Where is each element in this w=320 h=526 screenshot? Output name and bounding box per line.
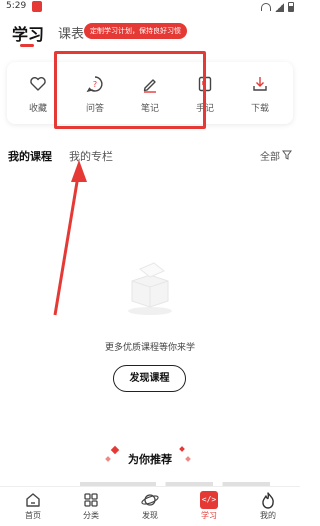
discover-courses-button[interactable]: 发现课程 xyxy=(113,365,186,392)
study-plan-promo-badge[interactable]: 定制学习计划，保持良好习惯 xyxy=(84,23,187,39)
wifi-icon xyxy=(261,3,271,11)
filter-all-label[interactable]: 全部 xyxy=(260,148,280,163)
nav-label: 我的 xyxy=(260,511,276,520)
home-icon xyxy=(26,493,40,507)
empty-state-message: 更多优质课程等你来学 xyxy=(104,343,195,353)
nav-study[interactable]: </> 学习 xyxy=(184,491,234,525)
app-notification-icon xyxy=(32,1,42,12)
tab-study[interactable]: 学习 xyxy=(12,21,44,45)
status-bar: 5:29 xyxy=(0,0,300,14)
tab-my-courses[interactable]: 我的课程 xyxy=(8,148,52,164)
course-tab-bar: 我的课程 我的专栏 全部 xyxy=(0,142,300,170)
quick-action-download[interactable]: 下载 xyxy=(235,68,285,118)
tab-schedule[interactable]: 课表 xyxy=(58,23,84,42)
active-tab-indicator xyxy=(20,44,34,47)
nav-label: 分类 xyxy=(83,511,99,520)
nav-label: 学习 xyxy=(201,511,217,520)
annotation-highlight-box xyxy=(54,51,206,129)
status-indicators xyxy=(261,2,294,12)
grid-icon xyxy=(84,493,98,507)
nav-category[interactable]: 分类 xyxy=(66,491,116,525)
tab-my-columns[interactable]: 我的专栏 xyxy=(69,148,113,164)
flame-icon xyxy=(262,492,274,509)
empty-box-icon xyxy=(128,262,172,315)
download-icon xyxy=(253,77,267,91)
nav-label: 首页 xyxy=(25,511,41,520)
battery-icon xyxy=(288,2,294,12)
nav-profile[interactable]: 我的 xyxy=(243,491,293,525)
recommend-section: 为你推荐 xyxy=(0,445,300,467)
status-time: 5:29 xyxy=(6,1,27,11)
filter-icon[interactable] xyxy=(282,150,292,160)
nav-home[interactable]: 首页 xyxy=(8,491,58,525)
heart-icon xyxy=(30,77,46,91)
bottom-nav: 首页 分类 发现 </> 学习 我的 xyxy=(0,486,300,526)
nav-label: 发现 xyxy=(142,511,158,520)
quick-action-label: 下载 xyxy=(250,104,269,114)
planet-icon xyxy=(141,494,159,506)
nav-discover[interactable]: 发现 xyxy=(125,491,175,525)
top-tab-bar: 学习 课表 定制学习计划，保持良好习惯 xyxy=(0,16,300,48)
recommend-title: 为你推荐 xyxy=(128,453,172,466)
signal-icon xyxy=(275,2,284,12)
code-icon: </> xyxy=(200,491,218,509)
